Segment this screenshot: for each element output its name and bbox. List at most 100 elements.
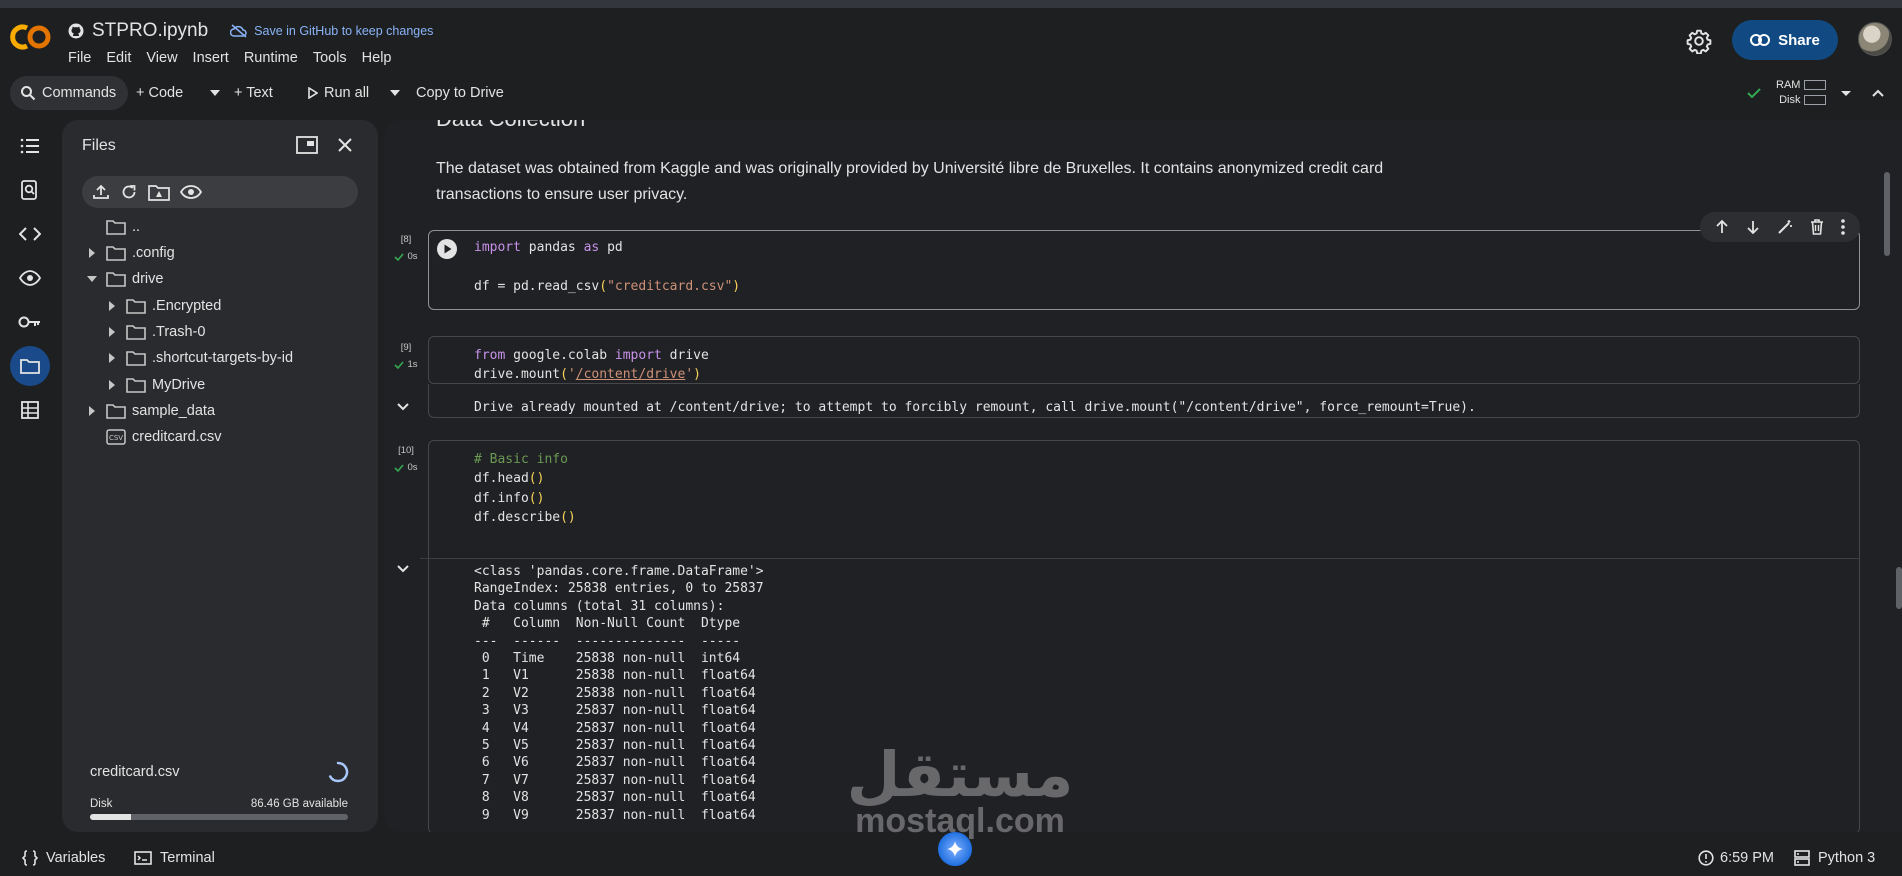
run-all-dropdown[interactable] — [382, 76, 408, 110]
notebook-scrollbar[interactable] — [1884, 172, 1890, 256]
copy-to-drive-button[interactable]: Copy to Drive — [408, 76, 512, 110]
code-snippets-icon[interactable] — [10, 214, 50, 254]
tree-item-mydrive[interactable]: MyDrive — [104, 373, 205, 397]
output-line: RangeIndex: 25838 entries, 0 to 25837 — [474, 581, 764, 597]
last-run-time[interactable]: 6:59 PM — [1698, 850, 1774, 866]
close-icon[interactable] — [336, 136, 354, 154]
delete-icon[interactable] — [1810, 219, 1824, 235]
menu-edit[interactable]: Edit — [106, 50, 131, 66]
caret-right-icon[interactable] — [104, 377, 120, 393]
chevron-down-icon — [397, 403, 409, 411]
commands-button[interactable]: Commands — [10, 76, 129, 110]
runtime-info[interactable]: Python 3 — [1794, 850, 1875, 866]
settings-gear-icon[interactable] — [1686, 28, 1712, 54]
edit-magic-icon[interactable] — [1777, 219, 1793, 235]
commands-label: Commands — [42, 85, 117, 101]
add-text-button[interactable]: + Text — [226, 76, 281, 110]
menu-insert[interactable]: Insert — [193, 50, 229, 66]
ram-meter — [1804, 80, 1827, 91]
data-table-icon[interactable] — [10, 390, 50, 430]
tree-item-parent[interactable]: .. — [84, 215, 140, 239]
output-line: <class 'pandas.core.frame.DataFrame'> — [474, 564, 764, 579]
folder-icon — [126, 378, 146, 393]
save-github-link[interactable]: Save in GitHub to keep changes — [230, 24, 433, 38]
terminal-button[interactable]: Terminal — [134, 850, 215, 866]
folder-icon — [126, 351, 146, 366]
play-icon — [308, 87, 318, 99]
exec-count: [9] — [400, 342, 412, 353]
code-editor[interactable]: # Basic info df.head() df.info() df.desc… — [474, 450, 576, 528]
resource-monitor[interactable]: RAM Disk — [1776, 78, 1827, 108]
run-all-label: Run all — [324, 85, 370, 101]
collapse-header-button[interactable] — [1870, 84, 1886, 102]
toolbar: Commands + Code + Text Run all Copy to D… — [0, 76, 1902, 110]
variables-button[interactable]: Variables — [22, 850, 105, 866]
upload-filename: creditcard.csv — [90, 764, 180, 780]
output-scrollbar[interactable] — [1896, 567, 1902, 609]
notebook-title[interactable]: STPRO.ipynb — [92, 20, 208, 42]
cell-status: [9] 1s — [384, 342, 428, 370]
menu-file[interactable]: File — [68, 50, 91, 66]
tree-item-encrypted[interactable]: .Encrypted — [104, 294, 221, 318]
more-vert-icon[interactable] — [1841, 219, 1846, 235]
refresh-icon[interactable] — [120, 183, 138, 201]
gemini-button[interactable] — [938, 832, 972, 866]
svg-text:CSV: CSV — [109, 434, 123, 442]
secrets-key-icon[interactable] — [10, 302, 50, 342]
menu-help[interactable]: Help — [362, 50, 392, 66]
terminal-label: Terminal — [160, 850, 215, 866]
output-line: 6 V6 25837 non-null float64 — [474, 755, 756, 771]
tree-item-config[interactable]: .config — [84, 241, 175, 265]
output-collapse-toggle[interactable] — [396, 402, 410, 412]
code-line: df.head() — [474, 471, 545, 487]
upload-icon[interactable] — [92, 184, 110, 200]
output-area: <class 'pandas.core.frame.DataFrame'> Ran… — [420, 558, 1902, 832]
colab-logo[interactable] — [8, 22, 54, 52]
markdown-paragraph: The dataset was obtained from Kaggle and… — [436, 160, 1384, 203]
mount-drive-icon[interactable] — [148, 183, 170, 201]
connection-dropdown[interactable] — [1840, 84, 1852, 102]
add-code-button[interactable]: + Code — [128, 76, 191, 110]
run-all-button[interactable]: Run all — [300, 76, 377, 110]
disk-label: Disk — [1779, 94, 1801, 106]
folder-icon — [106, 220, 126, 235]
table-of-contents-icon[interactable] — [10, 126, 50, 166]
show-hidden-files-icon[interactable] — [180, 184, 202, 200]
share-button[interactable]: Share — [1732, 20, 1838, 60]
caret-right-icon[interactable] — [104, 298, 120, 314]
variables-inspector-icon[interactable] — [10, 258, 50, 298]
tree-item-drive[interactable]: drive — [84, 267, 163, 291]
move-down-icon[interactable] — [1746, 220, 1760, 234]
variables-label: Variables — [46, 850, 106, 866]
code-editor[interactable]: from google.colab import drive drive.mou… — [474, 346, 709, 385]
menu-view[interactable]: View — [146, 50, 177, 66]
menu-tools[interactable]: Tools — [313, 50, 347, 66]
run-cell-button[interactable] — [436, 238, 458, 260]
tree-item-sample-data[interactable]: sample_data — [84, 399, 215, 423]
code-editor[interactable]: import pandas as pd df = pd.read_csv("cr… — [474, 238, 740, 296]
tree-item-shortcut-targets[interactable]: .shortcut-targets-by-id — [104, 346, 293, 370]
terminal-icon — [134, 851, 152, 865]
menu-runtime[interactable]: Runtime — [244, 50, 298, 66]
cloud-off-icon — [230, 24, 247, 38]
caret-right-icon[interactable] — [84, 245, 100, 261]
caret-right-icon[interactable] — [104, 324, 120, 340]
exec-time: 1s — [407, 359, 418, 370]
braces-icon — [22, 850, 38, 866]
tree-item-label: drive — [132, 271, 164, 287]
add-code-dropdown[interactable] — [202, 76, 228, 110]
user-avatar[interactable] — [1858, 22, 1892, 56]
tree-item-trash[interactable]: .Trash-0 — [104, 320, 205, 344]
output-collapse-toggle[interactable] — [396, 564, 410, 574]
open-in-tab-icon[interactable] — [296, 136, 318, 154]
find-icon[interactable] — [10, 170, 50, 210]
files-icon[interactable] — [10, 346, 50, 386]
caret-down-icon[interactable] — [84, 271, 100, 287]
success-check-icon — [394, 463, 405, 472]
tree-item-creditcard-csv[interactable]: CSV creditcard.csv — [84, 425, 221, 449]
move-up-icon[interactable] — [1715, 220, 1729, 234]
disk-meter — [1804, 95, 1827, 106]
caret-right-icon[interactable] — [104, 350, 120, 366]
caret-right-icon[interactable] — [84, 403, 100, 419]
output-line: 3 V3 25837 non-null float64 — [474, 703, 756, 719]
